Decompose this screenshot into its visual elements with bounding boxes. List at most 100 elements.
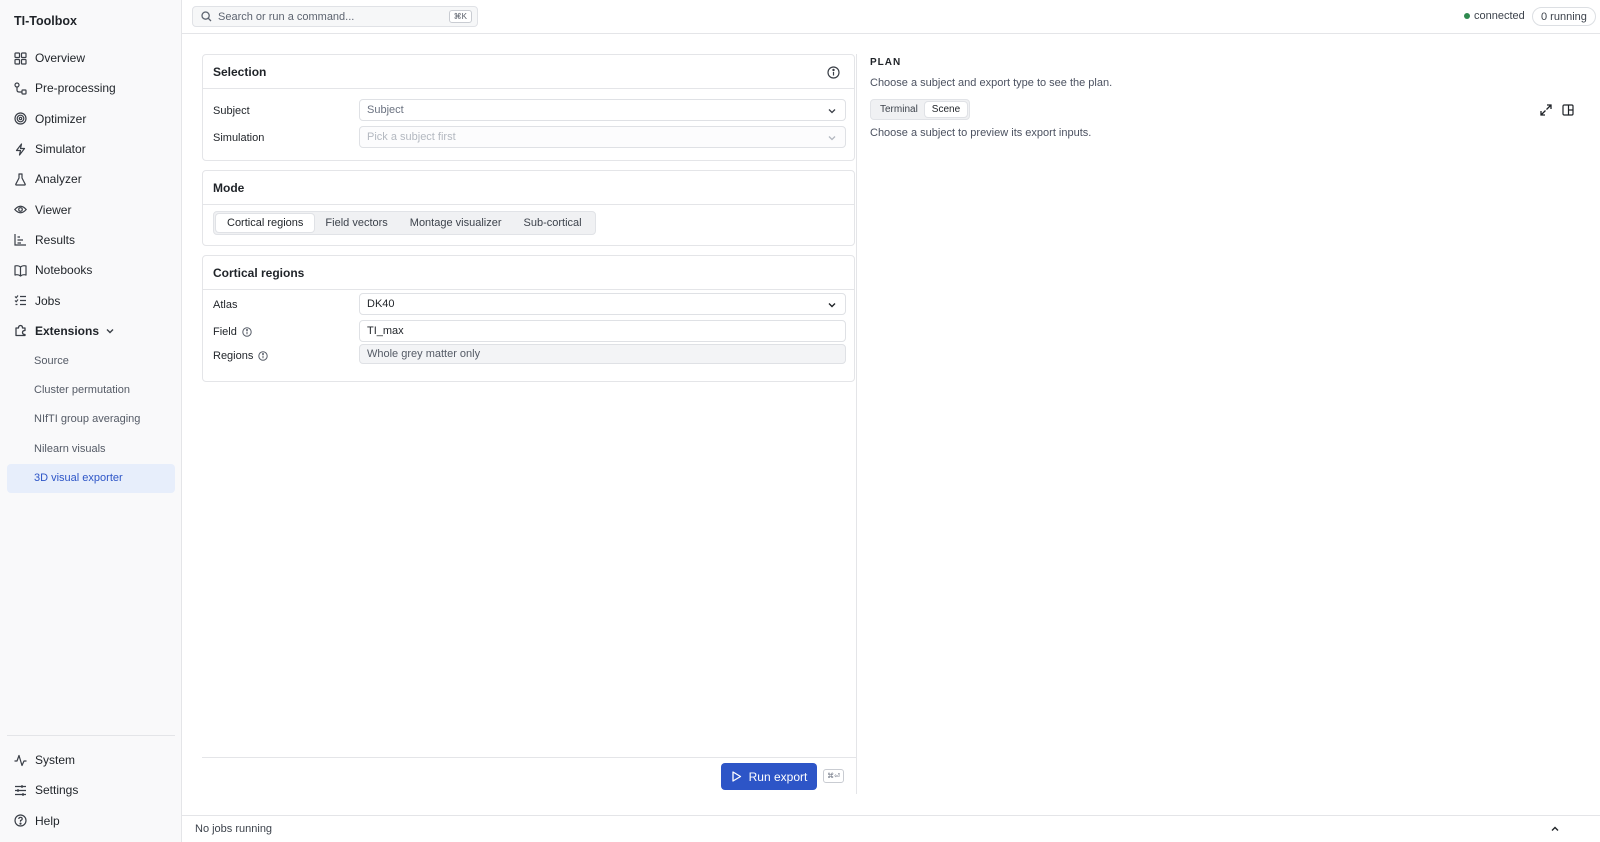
chevron-up-icon[interactable] <box>1550 824 1560 834</box>
regions-label-row: Regions <box>213 350 269 362</box>
sidebar-item-label: Extensions <box>35 323 100 338</box>
sidebar-item-label: Simulator <box>35 142 86 157</box>
extension-item-nifti-group-averaging[interactable]: NIfTI group averaging <box>7 405 175 434</box>
sidebar-item-system[interactable]: System <box>7 745 175 775</box>
cortical-regions-title: Cortical regions <box>213 265 305 280</box>
regions-label: Regions <box>213 350 254 362</box>
extension-item-nilearn-visuals[interactable]: Nilearn visuals <box>7 434 175 463</box>
run-shortcut-badge: ⌘⏎ <box>823 769 844 783</box>
sidebar-item-label: System <box>35 753 76 768</box>
sidebar-divider <box>7 735 175 736</box>
tab-scene[interactable]: Scene <box>924 102 968 117</box>
info-icon[interactable] <box>826 65 840 79</box>
sidebar-item-label: Settings <box>35 783 79 798</box>
panel-splitter[interactable] <box>856 54 857 794</box>
extension-item-cluster-permutation[interactable]: Cluster permutation <box>7 375 175 404</box>
tab-montage-visualizer[interactable]: Montage visualizer <box>399 214 513 232</box>
selection-panel: Selection Subject Subject Simulation Pic… <box>202 54 855 161</box>
play-icon <box>731 771 741 782</box>
selection-title: Selection <box>213 64 267 79</box>
flask-icon <box>14 173 27 186</box>
sidebar-item-pre-processing[interactable]: Pre-processing <box>7 73 175 103</box>
field-input[interactable]: TI_max <box>359 320 846 342</box>
chevron-down-icon <box>827 300 837 310</box>
sidebar-item-label: Help <box>35 813 60 828</box>
subject-select-value: Subject <box>367 104 404 116</box>
regions-field-value: Whole grey matter only <box>367 348 481 360</box>
simulation-select[interactable]: Pick a subject first <box>359 126 846 148</box>
simulation-label: Simulation <box>213 132 265 144</box>
info-icon[interactable] <box>258 351 269 361</box>
mode-header: Mode <box>203 171 854 205</box>
connection-status: connected <box>1464 10 1525 22</box>
tab-sub-cortical[interactable]: Sub-cortical <box>513 214 593 232</box>
extensions-submenu: Source Cluster permutation NIfTI group a… <box>7 346 175 493</box>
sidebar-item-label: Results <box>35 232 76 247</box>
connection-status-text: connected <box>1474 10 1525 22</box>
run-export-button[interactable]: Run export <box>721 763 817 790</box>
list-check-icon <box>14 294 27 307</box>
sidebar-item-jobs[interactable]: Jobs <box>7 285 175 315</box>
sidebar-item-notebooks[interactable]: Notebooks <box>7 255 175 285</box>
sidebar-item-label: Overview <box>35 51 86 66</box>
sidebar-item-analyzer[interactable]: Analyzer <box>7 164 175 194</box>
plan-title: PLAN <box>870 57 902 68</box>
info-icon[interactable] <box>242 327 252 337</box>
action-divider <box>202 757 857 758</box>
sidebar-item-label: Optimizer <box>35 111 87 126</box>
sidebar-item-simulator[interactable]: Simulator <box>7 134 175 164</box>
mode-panel: Mode Cortical regions Field vectors Mont… <box>202 170 855 246</box>
atlas-select-value: DK40 <box>367 298 395 310</box>
grid-icon <box>14 52 27 65</box>
cortical-regions-panel: Cortical regions Atlas DK40 Field TI_max… <box>202 255 855 382</box>
sidebar-item-viewer[interactable]: Viewer <box>7 194 175 224</box>
field-input-value: TI_max <box>367 325 404 337</box>
sidebar-item-help[interactable]: Help <box>7 806 175 836</box>
plan-description: Choose a subject and export type to see … <box>870 77 1113 89</box>
help-icon <box>14 814 27 827</box>
chevron-down-icon[interactable] <box>105 326 115 336</box>
eye-icon <box>14 203 27 216</box>
tab-cortical-regions[interactable]: Cortical regions <box>216 214 315 232</box>
sidebar: TI-Toolbox Overview Pre-processing Optim… <box>0 0 182 842</box>
expand-icon[interactable] <box>1539 103 1553 117</box>
selection-header: Selection <box>203 55 854 89</box>
chevron-down-icon <box>827 106 837 116</box>
command-search[interactable]: ⌘K <box>192 6 478 27</box>
extension-item-source[interactable]: Source <box>7 346 175 375</box>
job-status-text: No jobs running <box>195 823 273 835</box>
field-label-row: Field <box>213 326 252 338</box>
sidebar-item-label: Analyzer <box>35 172 82 187</box>
sidebar-item-optimizer[interactable]: Optimizer <box>7 104 175 134</box>
extension-item-3d-visual-exporter[interactable]: 3D visual exporter <box>7 463 175 493</box>
sidebar-item-label: Notebooks <box>35 263 93 278</box>
sidebar-item-label: Jobs <box>35 293 61 308</box>
plan-tabs: Terminal Scene <box>870 99 971 120</box>
atlas-label: Atlas <box>213 299 238 311</box>
plan-hint: Choose a subject to preview its export i… <box>870 127 1092 139</box>
subject-select[interactable]: Subject <box>359 99 846 121</box>
activity-icon <box>14 754 27 767</box>
sidebar-item-results[interactable]: Results <box>7 225 175 255</box>
cortical-regions-header: Cortical regions <box>203 256 854 290</box>
job-status-bar: No jobs running <box>182 815 1600 842</box>
bolt-icon <box>14 142 27 156</box>
atlas-select[interactable]: DK40 <box>359 293 846 315</box>
split-panel-icon[interactable] <box>1561 103 1575 117</box>
sidebar-item-extensions[interactable]: Extensions <box>7 316 175 346</box>
subject-label: Subject <box>213 105 250 117</box>
results-icon <box>14 233 27 247</box>
mode-title: Mode <box>213 180 245 195</box>
sidebar-item-overview[interactable]: Overview <box>7 43 175 73</box>
top-bar: ⌘K connected 0 running <box>182 0 1600 34</box>
mode-tabs: Cortical regions Field vectors Montage v… <box>213 211 596 235</box>
regions-field[interactable]: Whole grey matter only <box>359 344 846 364</box>
tab-terminal[interactable]: Terminal <box>873 102 925 117</box>
sidebar-item-label: Pre-processing <box>35 81 116 96</box>
sidebar-item-settings[interactable]: Settings <box>7 775 175 805</box>
search-input[interactable] <box>218 10 477 23</box>
sidebar-item-label: Viewer <box>35 202 72 217</box>
book-icon <box>14 264 27 277</box>
running-jobs-badge[interactable]: 0 running <box>1532 7 1596 26</box>
tab-field-vectors[interactable]: Field vectors <box>314 214 398 232</box>
